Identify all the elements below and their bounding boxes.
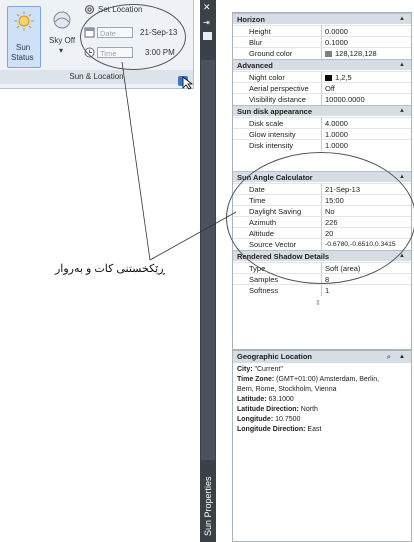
- callout-line-grid: [149, 211, 237, 261]
- callout-line-ribbon: [121, 61, 151, 261]
- annotation-caption: ڕێکخستنی کات و بەروار: [55, 263, 165, 275]
